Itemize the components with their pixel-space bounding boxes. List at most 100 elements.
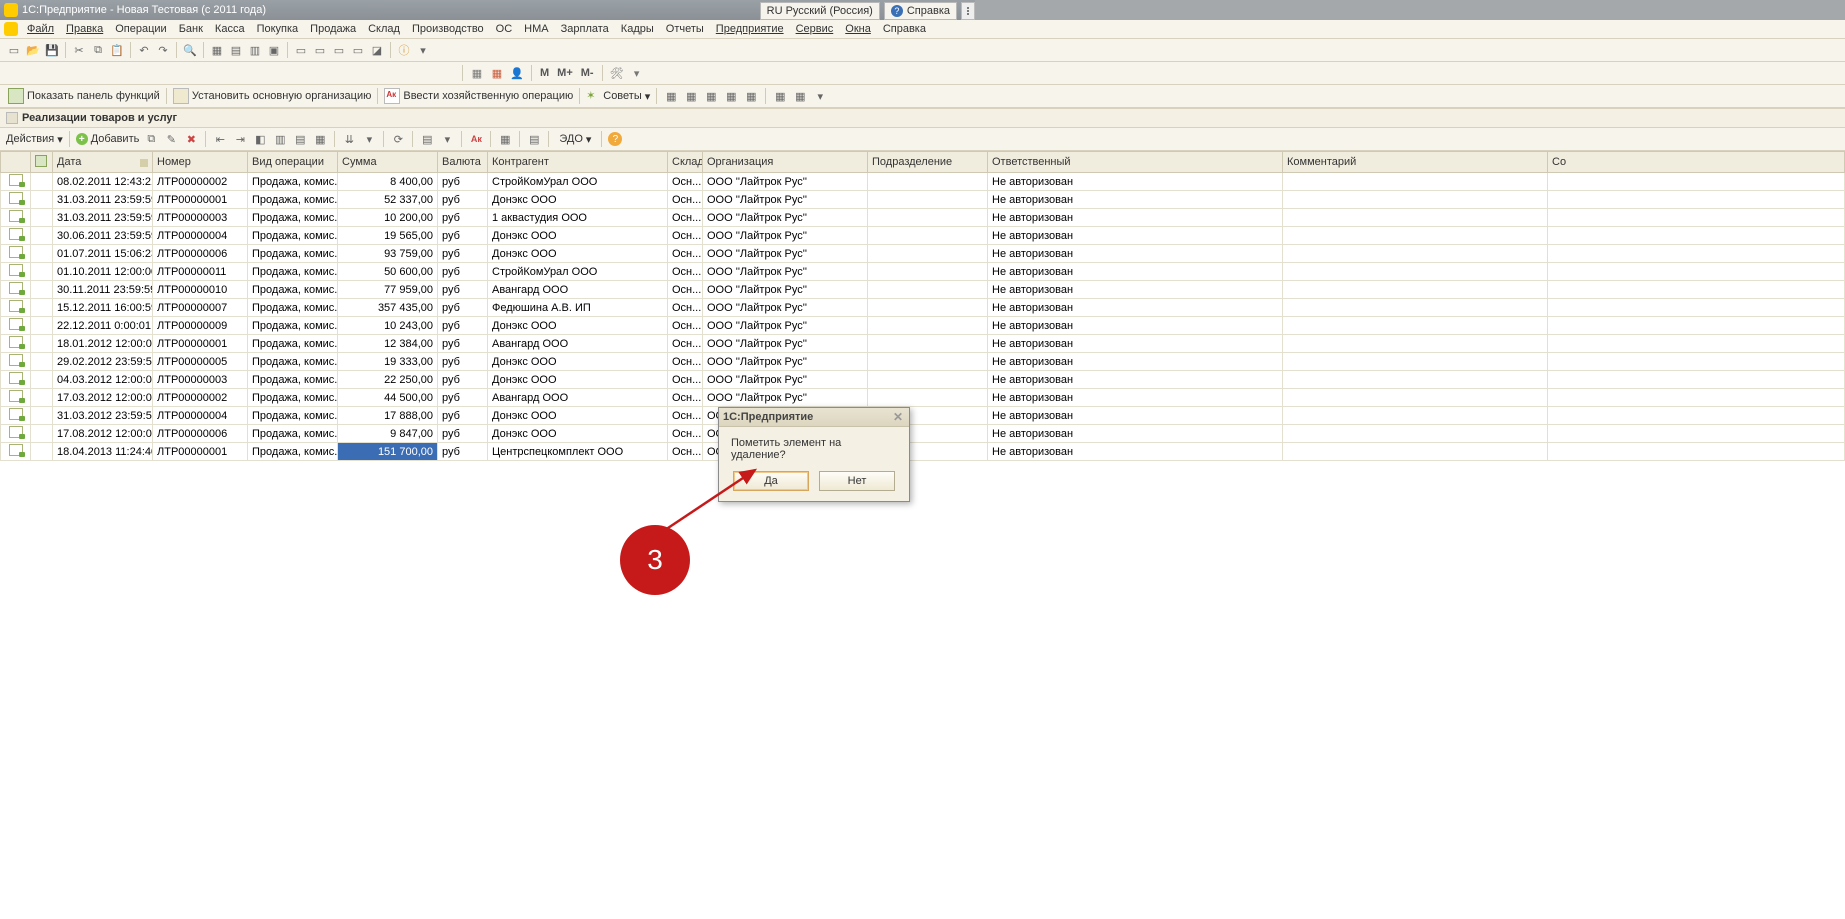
col-header-warehouse[interactable]: Склад <box>668 152 703 173</box>
open-icon[interactable]: 📂 <box>25 42 41 58</box>
col-header-department[interactable]: Подразделение <box>868 152 988 173</box>
menu-warehouse[interactable]: Склад <box>363 22 405 36</box>
based-on-icon[interactable]: ▤ <box>419 131 435 147</box>
menu-kassa[interactable]: Касса <box>210 22 250 36</box>
edit-row-icon[interactable]: ✎ <box>163 131 179 147</box>
info-icon[interactable]: ⓘ <box>396 42 412 58</box>
find-icon[interactable]: 🔍 <box>182 42 198 58</box>
table-row[interactable]: 31.03.2012 23:59:59ЛТР00000004Продажа, к… <box>1 407 1845 425</box>
paste-icon[interactable]: 📋 <box>109 42 125 58</box>
toolbar-icon[interactable]: ▭ <box>312 42 328 58</box>
toolbar-overflow-button[interactable] <box>961 2 975 20</box>
cut-icon[interactable]: ✂ <box>71 42 87 58</box>
col-header-number[interactable]: Номер <box>153 152 248 173</box>
menu-purchase[interactable]: Покупка <box>252 22 304 36</box>
col-header-icon[interactable] <box>1 152 31 173</box>
copy-row-icon[interactable]: ⧉ <box>143 131 159 147</box>
help-button[interactable]: ? Справка <box>884 2 957 20</box>
toolbar-icon[interactable]: ▤ <box>228 42 244 58</box>
table-row[interactable]: 15.12.2011 16:00:59ЛТР00000007Продажа, к… <box>1 299 1845 317</box>
table-row[interactable]: 18.01.2012 12:00:02ЛТР00000001Продажа, к… <box>1 335 1845 353</box>
calc-icon[interactable]: ▦ <box>469 65 485 81</box>
list-settings-icon[interactable]: ▤ <box>526 131 542 147</box>
menu-edit[interactable]: Правка <box>61 22 108 36</box>
toolbar-icon[interactable]: ▦ <box>743 88 759 104</box>
set-main-org-button[interactable]: Установить основную организацию <box>173 88 372 104</box>
refresh-icon[interactable]: ⟳ <box>390 131 406 147</box>
table-row[interactable]: 31.03.2011 23:59:59ЛТР00000001Продажа, к… <box>1 191 1845 209</box>
post-dropdown-icon[interactable]: ▾ <box>361 131 377 147</box>
col-header-comment[interactable]: Комментарий <box>1283 152 1548 173</box>
menu-enterprise[interactable]: Предприятие <box>711 22 789 36</box>
toolbar-icon[interactable]: ▦ <box>723 88 739 104</box>
filter-icon[interactable]: ◧ <box>252 131 268 147</box>
table-row[interactable]: 17.03.2012 12:00:00ЛТР00000002Продажа, к… <box>1 389 1845 407</box>
enter-operation-button[interactable]: Ак Ввести хозяйственную операцию <box>384 88 573 104</box>
edo-dropdown[interactable]: ЭДО▾ <box>555 133 595 146</box>
dropdown-icon[interactable]: ▾ <box>812 88 828 104</box>
col-header-extra[interactable]: Со <box>1548 152 1845 173</box>
post-doc-icon[interactable]: ⇊ <box>341 131 357 147</box>
actions-dropdown[interactable]: Действия▾ <box>6 133 63 146</box>
table-row[interactable]: 18.04.2013 11:24:40ЛТР00000001Продажа, к… <box>1 443 1845 461</box>
toolbar-icon[interactable]: ▣ <box>266 42 282 58</box>
advice-button[interactable]: ✶ Советы ▾ <box>586 89 650 103</box>
undo-icon[interactable]: ↶ <box>136 42 152 58</box>
table-row[interactable]: 22.12.2011 0:00:01ЛТР00000009Продажа, ко… <box>1 317 1845 335</box>
dt-kt-icon[interactable]: Ак <box>468 131 484 147</box>
memory-mplus-button[interactable]: M+ <box>555 67 575 79</box>
col-header-responsible[interactable]: Ответственный <box>988 152 1283 173</box>
menu-salary[interactable]: Зарплата <box>556 22 614 36</box>
clear-filter-icon[interactable]: ▦ <box>312 131 328 147</box>
col-header-date[interactable]: Дата <box>53 152 153 173</box>
table-row[interactable]: 01.07.2011 15:06:23ЛТР00000006Продажа, к… <box>1 245 1845 263</box>
user-icon[interactable]: 👤 <box>509 65 525 81</box>
save-icon[interactable]: 💾 <box>44 42 60 58</box>
toolbar-icon[interactable]: ◪ <box>369 42 385 58</box>
language-button[interactable]: RU Русский (Россия) <box>760 2 880 20</box>
col-header-mark[interactable] <box>31 152 53 173</box>
toolbar-icon[interactable]: ▦ <box>792 88 808 104</box>
settings-icon[interactable]: 🛠 <box>609 65 625 81</box>
col-header-optype[interactable]: Вид операции <box>248 152 338 173</box>
redo-icon[interactable]: ↷ <box>155 42 171 58</box>
close-icon[interactable]: ✕ <box>891 410 905 424</box>
table-row[interactable]: 08.02.2011 12:43:21ЛТР00000002Продажа, к… <box>1 173 1845 191</box>
filter-list-icon[interactable]: ▤ <box>292 131 308 147</box>
add-button[interactable]: + Добавить <box>76 133 140 145</box>
toolbar-icon[interactable]: ▭ <box>350 42 366 58</box>
col-header-sum[interactable]: Сумма <box>338 152 438 173</box>
col-header-contractor[interactable]: Контрагент <box>488 152 668 173</box>
table-row[interactable]: 17.08.2012 12:00:01ЛТР00000006Продажа, к… <box>1 425 1845 443</box>
copy-icon[interactable]: ⧉ <box>90 42 106 58</box>
toolbar-icon[interactable]: ▦ <box>772 88 788 104</box>
menu-operations[interactable]: Операции <box>110 22 171 36</box>
menu-personnel[interactable]: Кадры <box>616 22 659 36</box>
documents-grid[interactable]: Дата Номер Вид операции Сумма Валюта Кон… <box>0 151 1845 461</box>
dropdown-icon[interactable]: ▾ <box>415 42 431 58</box>
col-header-currency[interactable]: Валюта <box>438 152 488 173</box>
nav-last-icon[interactable]: ⇥ <box>232 131 248 147</box>
toolbar-icon[interactable]: ▦ <box>683 88 699 104</box>
show-function-panel-button[interactable]: Показать панель функций <box>8 88 160 104</box>
menu-reports[interactable]: Отчеты <box>661 22 709 36</box>
toolbar-icon[interactable]: ▦ <box>209 42 225 58</box>
menu-file[interactable]: Файл <box>22 22 59 36</box>
toolbar-icon[interactable]: ▭ <box>331 42 347 58</box>
menu-bank[interactable]: Банк <box>174 22 208 36</box>
toolbar-icon[interactable]: ▦ <box>703 88 719 104</box>
menu-help[interactable]: Справка <box>878 22 931 36</box>
table-row[interactable]: 01.10.2011 12:00:00ЛТР00000011Продажа, к… <box>1 263 1845 281</box>
menu-sale[interactable]: Продажа <box>305 22 361 36</box>
col-header-org[interactable]: Организация <box>703 152 868 173</box>
memory-m-button[interactable]: M <box>538 67 551 79</box>
table-row[interactable]: 29.02.2012 23:59:59ЛТР00000005Продажа, к… <box>1 353 1845 371</box>
table-row[interactable]: 30.11.2011 23:59:59ЛТР00000010Продажа, к… <box>1 281 1845 299</box>
memory-mminus-button[interactable]: M- <box>579 67 596 79</box>
no-button[interactable]: Нет <box>819 471 895 491</box>
menu-os[interactable]: ОС <box>491 22 518 36</box>
help-icon[interactable]: ? <box>608 132 622 146</box>
based-on-dropdown-icon[interactable]: ▾ <box>439 131 455 147</box>
filter-by-icon[interactable]: ▥ <box>272 131 288 147</box>
delete-row-icon[interactable]: ✖ <box>183 131 199 147</box>
